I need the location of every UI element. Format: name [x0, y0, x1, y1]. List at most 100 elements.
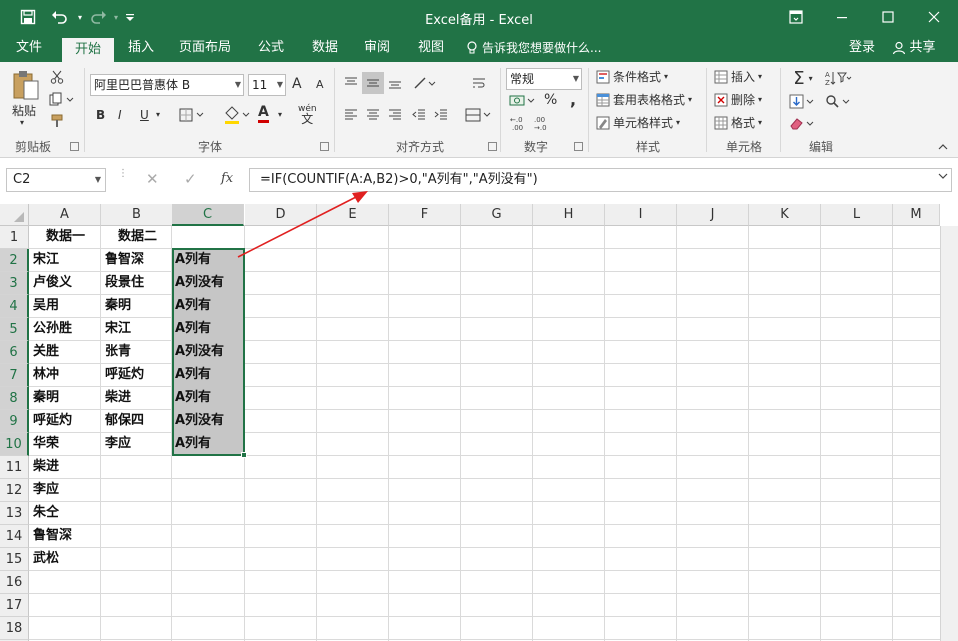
align-bottom-icon[interactable]: [386, 74, 404, 92]
cell-a2[interactable]: 宋江: [29, 249, 102, 272]
align-top-icon[interactable]: [342, 74, 360, 92]
format-cells-button[interactable]: 格式 ▾: [714, 114, 762, 131]
cell-a3[interactable]: 卢俊义: [29, 272, 102, 295]
cell-styles-button[interactable]: 单元格样式 ▾: [596, 114, 680, 131]
column-header-m[interactable]: M: [893, 204, 940, 226]
cell-c16[interactable]: [172, 571, 245, 594]
formula-bar-grip-icon[interactable]: ⋮: [118, 169, 128, 179]
cut-icon[interactable]: [48, 68, 66, 86]
delete-cells-button[interactable]: 删除 ▾: [714, 91, 762, 108]
cell-c15[interactable]: [172, 548, 245, 571]
clipboard-launcher-icon[interactable]: [70, 142, 79, 151]
cell-a4[interactable]: 吴用: [29, 295, 102, 318]
cell-b12[interactable]: [101, 479, 174, 502]
column-header-j[interactable]: J: [677, 204, 749, 226]
cell-c2[interactable]: A列有: [172, 249, 245, 272]
name-box[interactable]: C2 ▼: [6, 168, 106, 192]
comma-style-button[interactable]: ,: [570, 90, 576, 109]
shrink-font-button[interactable]: A: [316, 78, 324, 91]
row-header[interactable]: 15: [0, 548, 29, 571]
cell-a6[interactable]: 关胜: [29, 341, 102, 364]
format-painter-icon[interactable]: [48, 112, 66, 130]
copy-icon[interactable]: [48, 90, 78, 108]
cell-c5[interactable]: A列有: [172, 318, 245, 341]
merge-center-icon[interactable]: [464, 106, 494, 124]
fill-color-icon[interactable]: [222, 104, 254, 126]
cell-c4[interactable]: A列有: [172, 295, 245, 318]
enter-formula-button[interactable]: ✓: [184, 170, 197, 188]
conditional-formatting-button[interactable]: 条件格式 ▾: [596, 68, 668, 85]
tab-page-layout[interactable]: 页面布局: [172, 34, 238, 62]
worksheet-grid[interactable]: ABCDEFGHIJKLM 1 2 3 4 5 6 7 8 9 10 11 12 13 14 15 16 17 1…: [0, 191, 958, 641]
paste-button[interactable]: 粘贴: [12, 102, 36, 119]
column-header-l[interactable]: L: [821, 204, 893, 226]
cell-a16[interactable]: [29, 571, 102, 594]
row-header[interactable]: 9: [0, 410, 29, 433]
column-header-k[interactable]: K: [749, 204, 821, 226]
cell-a1[interactable]: 数据一: [29, 226, 102, 249]
row-header[interactable]: 1: [0, 226, 29, 249]
cell-a15[interactable]: 武松: [29, 548, 102, 571]
maximize-icon[interactable]: [876, 5, 900, 29]
column-header-b[interactable]: B: [101, 204, 173, 226]
font-launcher-icon[interactable]: [320, 142, 329, 151]
number-launcher-icon[interactable]: [574, 142, 583, 151]
vertical-scrollbar[interactable]: [940, 226, 958, 641]
cell-c18[interactable]: [172, 617, 245, 640]
cell-b4[interactable]: 秦明: [101, 295, 174, 318]
column-header-i[interactable]: I: [605, 204, 677, 226]
cell-b3[interactable]: 段景住: [101, 272, 174, 295]
cell-b11[interactable]: [101, 456, 174, 479]
cell-b13[interactable]: [101, 502, 174, 525]
cell-a17[interactable]: [29, 594, 102, 617]
cell-b14[interactable]: [101, 525, 174, 548]
row-header[interactable]: 14: [0, 525, 29, 548]
insert-function-button[interactable]: fx: [221, 171, 233, 186]
cell-c11[interactable]: [172, 456, 245, 479]
cell-b9[interactable]: 郁保四: [101, 410, 174, 433]
cell-c1[interactable]: [172, 226, 245, 249]
cell-b6[interactable]: 张青: [101, 341, 174, 364]
tab-insert[interactable]: 插入: [118, 34, 164, 62]
minimize-icon[interactable]: [830, 5, 854, 29]
row-header[interactable]: 7: [0, 364, 29, 387]
tab-file[interactable]: 文件: [4, 34, 54, 62]
italic-button[interactable]: I: [118, 108, 122, 122]
font-color-button[interactable]: A: [258, 104, 269, 123]
row-header[interactable]: 4: [0, 295, 29, 318]
paste-dropdown-icon[interactable]: ▾: [20, 118, 24, 127]
cell-b15[interactable]: [101, 548, 174, 571]
row-header[interactable]: 3: [0, 272, 29, 295]
cell-a9[interactable]: 呼延灼: [29, 410, 102, 433]
font-color-dropdown-icon[interactable]: ▾: [278, 110, 282, 119]
bold-button[interactable]: B: [96, 108, 105, 122]
paste-icon[interactable]: [10, 68, 42, 102]
cell-c7[interactable]: A列有: [172, 364, 245, 387]
row-header[interactable]: 13: [0, 502, 29, 525]
increase-indent-icon[interactable]: [432, 106, 450, 124]
row-header[interactable]: 11: [0, 456, 29, 479]
cell-c9[interactable]: A列没有: [172, 410, 245, 433]
tab-data[interactable]: 数据: [302, 34, 348, 62]
share-button[interactable]: 共享: [884, 34, 944, 62]
cell-c3[interactable]: A列没有: [172, 272, 245, 295]
cell-c6[interactable]: A列没有: [172, 341, 245, 364]
tab-home[interactable]: 开始: [62, 38, 114, 62]
cell-b10[interactable]: 李应: [101, 433, 174, 456]
row-header[interactable]: 6: [0, 341, 29, 364]
cell-a10[interactable]: 华荣: [29, 433, 102, 456]
percent-style-button[interactable]: %: [544, 92, 557, 108]
cell-b17[interactable]: [101, 594, 174, 617]
row-header[interactable]: 2: [0, 249, 29, 272]
column-header-a[interactable]: A: [29, 204, 101, 226]
cell-a8[interactable]: 秦明: [29, 387, 102, 410]
align-center-icon[interactable]: [364, 106, 382, 124]
ribbon-display-options-icon[interactable]: [784, 5, 808, 29]
cell-b8[interactable]: 柴进: [101, 387, 174, 410]
align-middle-icon[interactable]: [362, 72, 384, 94]
row-header[interactable]: 18: [0, 617, 29, 640]
column-header-h[interactable]: H: [533, 204, 605, 226]
row-header[interactable]: 12: [0, 479, 29, 502]
column-header-e[interactable]: E: [317, 204, 389, 226]
cell-c13[interactable]: [172, 502, 245, 525]
